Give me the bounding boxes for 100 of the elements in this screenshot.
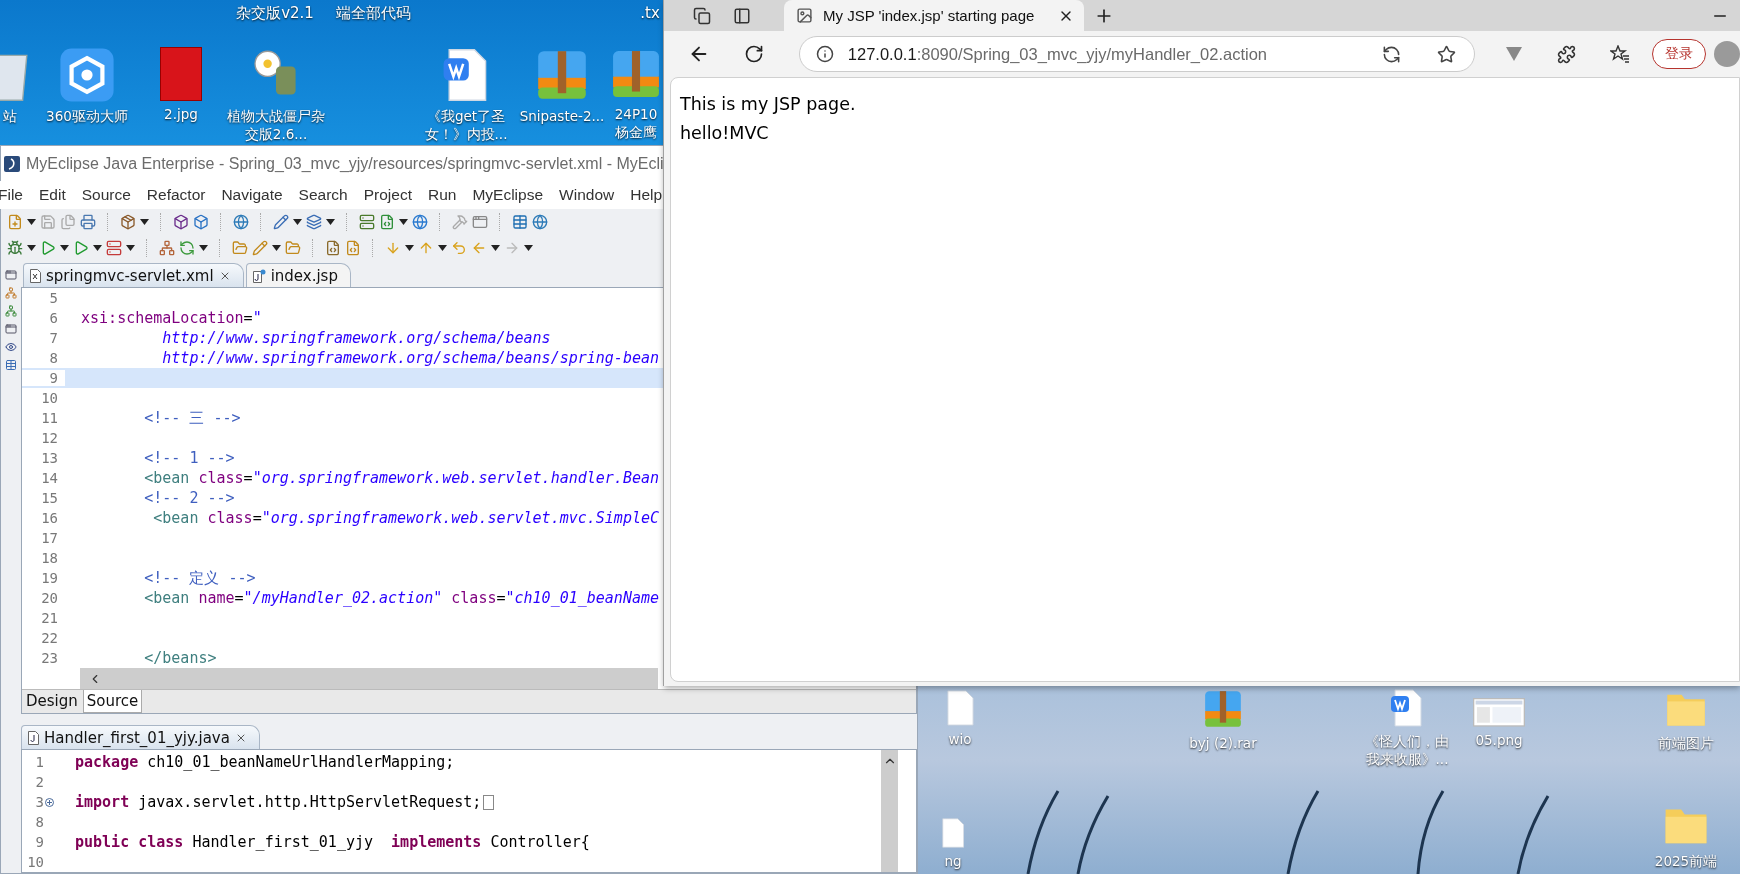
archive-icon [1202, 688, 1244, 730]
info-icon[interactable] [815, 45, 834, 63]
icon-label[interactable]: 24P10杨金鹰 [614, 105, 658, 141]
photo-placeholder [160, 47, 202, 101]
dropdown-caret-icon[interactable] [293, 219, 302, 225]
file-code-icon[interactable] [379, 214, 395, 230]
page-favicon-icon [796, 7, 813, 24]
window-icon[interactable] [5, 269, 17, 281]
cube-icon[interactable] [173, 214, 189, 230]
table-icon[interactable] [5, 359, 17, 371]
page-text: This is my JSP page. [680, 93, 857, 116]
menu-item[interactable]: Navigate [221, 186, 283, 204]
code-line: <!-- 定义 --> [143, 568, 256, 588]
icon-label[interactable]: 360驱动大师 [37, 107, 137, 125]
code-line: <bean class="org.springframework.web.servlet.mvc.SimpleC [152, 508, 659, 528]
star-icon[interactable] [1437, 44, 1456, 64]
icon-label[interactable]: 站 [0, 107, 20, 125]
menu-item[interactable]: Window [559, 186, 615, 204]
dropdown-caret-icon[interactable] [199, 245, 208, 251]
reload-icon[interactable] [744, 44, 765, 64]
globe-icon[interactable] [233, 214, 249, 230]
app-logo-icon [4, 155, 20, 172]
code-line: <!-- 2 --> [143, 488, 235, 508]
page-icon [941, 818, 965, 848]
menu-item[interactable]: Help [630, 186, 663, 204]
v-shape-icon[interactable] [1505, 46, 1523, 62]
cube-icon[interactable] [193, 214, 209, 230]
menu-item[interactable]: File [0, 186, 23, 204]
dropdown-caret-icon[interactable] [405, 245, 414, 251]
url-text: 127.0.0.1:8090/Spring_03_mvc_yjy/myHandler_02.action [847, 44, 1268, 64]
file-code-icon[interactable] [325, 240, 341, 256]
window-icon[interactable] [472, 214, 488, 230]
code-line: </beans> [143, 648, 217, 668]
globe-icon[interactable] [412, 214, 428, 230]
hierarchy-icon[interactable] [5, 305, 17, 317]
dropdown-caret-icon[interactable] [126, 245, 135, 251]
file-code-icon[interactable] [345, 240, 361, 256]
login-button[interactable]: 登录 [1652, 39, 1706, 69]
tabs-icon[interactable] [693, 6, 711, 25]
sidebar-icon[interactable] [733, 6, 751, 25]
code-line: http://www.springframework.org/schema/beans/spring-bean [161, 348, 659, 368]
icon-label[interactable]: Snipaste-2... [514, 107, 610, 125]
menu-item[interactable]: MyEclipse [472, 186, 544, 204]
menu-item[interactable]: Project [363, 186, 412, 204]
horizontal-scrollbar[interactable] [80, 668, 658, 689]
window-icon[interactable] [5, 323, 17, 335]
eye-icon[interactable] [5, 341, 17, 353]
icon-label[interactable]: 《我get了圣女！》内投... [418, 107, 514, 143]
java-file-icon [28, 730, 39, 745]
hierarchy-icon[interactable] [5, 287, 17, 299]
globe-icon[interactable] [532, 214, 548, 230]
code-line: <bean class="org.springframework.web.servlet.handler.Bean [143, 468, 659, 488]
window-title: MyEclipse Java Enterprise - Spring_03_mvc_yjy/resources/springmvc-servlet.xml - MyEcli [26, 154, 664, 173]
bug-icon[interactable] [7, 240, 23, 256]
menu-item[interactable]: Run [428, 186, 457, 204]
browser-tab[interactable]: My JSP 'index.jsp' starting page [784, 0, 1084, 31]
code-line: <!-- 1 --> [143, 448, 235, 468]
editor-tab[interactable]: Handler_first_01_yjy.java [21, 725, 260, 749]
editor-tab[interactable]: springmvc-servlet.xml [23, 263, 244, 287]
folded-code-icon[interactable] [483, 794, 495, 810]
code-line: xsi:schemaLocation=" [80, 308, 262, 328]
view-tab[interactable]: Source [82, 690, 143, 713]
dropdown-caret-icon[interactable] [438, 245, 447, 251]
xml-file-icon [30, 268, 41, 283]
menu-item[interactable]: Search [298, 186, 348, 204]
layers-icon[interactable] [306, 214, 322, 230]
dropdown-caret-icon[interactable] [272, 245, 281, 251]
expand-fold-icon[interactable] [45, 797, 54, 807]
jsp-file-icon [252, 268, 266, 283]
icon-label[interactable]: 植物大战僵尸杂交版2.6... [221, 107, 331, 143]
icon-label[interactable]: 2.jpg [141, 105, 221, 123]
pencil-icon[interactable] [273, 214, 289, 230]
menu-item[interactable]: Source [81, 186, 131, 204]
puzzle-icon[interactable] [1557, 44, 1576, 64]
dropdown-caret-icon[interactable] [326, 219, 335, 225]
dropdown-caret-icon[interactable] [93, 245, 102, 251]
package-icon[interactable] [120, 214, 136, 230]
dropdown-caret-icon[interactable] [140, 219, 149, 225]
server-icon[interactable] [106, 240, 122, 256]
icon-label: .tx [640, 4, 660, 22]
table-icon[interactable] [512, 214, 528, 230]
address-bar[interactable]: 127.0.0.1:8090/Spring_03_mvc_yjy/myHandler_02.action [798, 36, 1475, 72]
refresh-icon[interactable] [1382, 44, 1401, 64]
dropdown-caret-icon[interactable] [60, 245, 69, 251]
vertical-scrollbar[interactable] [881, 750, 898, 872]
menu-item[interactable]: Refactor [146, 186, 206, 204]
folder-open-icon[interactable] [232, 240, 248, 256]
menu-item[interactable]: Edit [39, 186, 66, 204]
avatar-icon[interactable] [1714, 41, 1740, 67]
favorites-icon[interactable] [1610, 45, 1630, 63]
editor-tab[interactable]: index.jsp [245, 263, 351, 287]
dropdown-caret-icon[interactable] [524, 245, 533, 251]
print-icon[interactable] [80, 214, 96, 230]
server-icon[interactable] [359, 214, 375, 230]
tab-title: My JSP 'index.jsp' starting page [823, 7, 1036, 24]
dropdown-caret-icon[interactable] [27, 245, 36, 251]
dropdown-caret-icon[interactable] [491, 245, 500, 251]
network-icon[interactable] [159, 240, 175, 256]
dropdown-caret-icon[interactable] [399, 219, 408, 225]
dropdown-caret-icon[interactable] [27, 219, 36, 225]
